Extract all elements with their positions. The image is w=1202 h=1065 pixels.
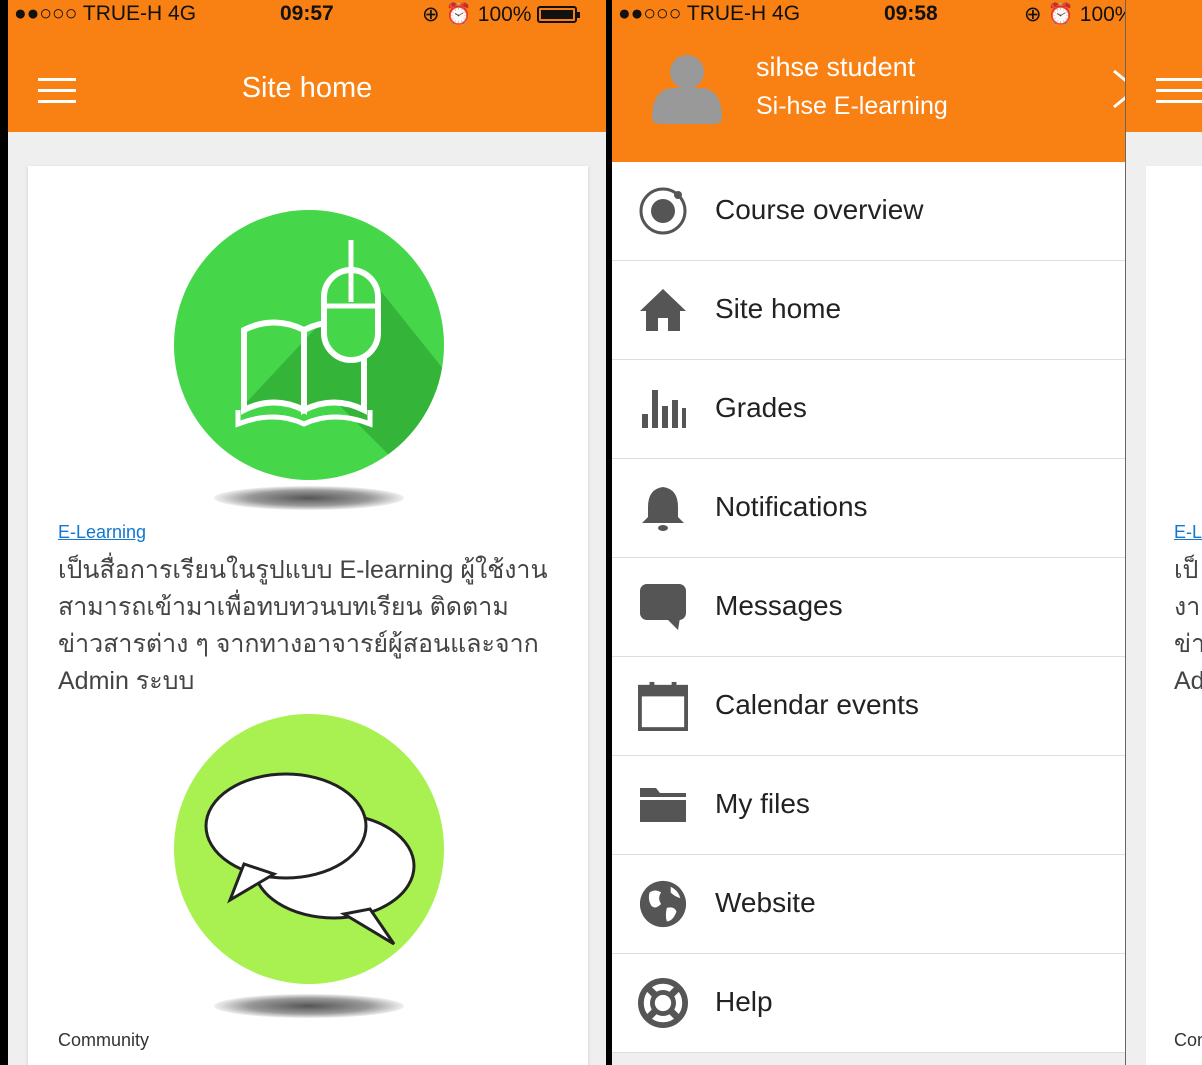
- carrier-signal: ●●○○○ TRUE-H 4G: [618, 2, 801, 25]
- menu-item-my-files[interactable]: My files: [612, 756, 1202, 855]
- menu-item-label: Course overview: [715, 194, 924, 225]
- site-name: Si-hse E-learning: [756, 92, 948, 120]
- avatar: [652, 55, 722, 124]
- status-bar: ●●○○○ TRUE-H 4G 09:58 ⊕ ⏰ 100%: [612, 0, 1202, 28]
- alarm-icon: ⏰: [1047, 2, 1074, 26]
- menu-item-grades[interactable]: Grades: [612, 360, 1202, 459]
- image-shadow: [214, 486, 404, 510]
- menu-item-label: Messages: [715, 590, 843, 621]
- menu-user-header[interactable]: sihse student Si-hse E-learning: [612, 28, 1202, 162]
- alarm-icon: ⏰: [445, 2, 472, 26]
- menu-item-notifications[interactable]: Notifications: [612, 459, 1202, 558]
- menu-toggle-button[interactable]: [1156, 78, 1202, 104]
- battery-percent: 100%: [477, 2, 532, 26]
- rotation-lock-icon: ⊕: [1024, 3, 1042, 26]
- book-mouse-icon: [235, 240, 444, 480]
- status-bar: [1126, 0, 1202, 28]
- menu-item-site-home[interactable]: Site home: [612, 261, 1202, 360]
- menu-item-label: Help: [715, 986, 773, 1017]
- clock: 09:58: [884, 2, 938, 25]
- site-home-partial: E-L เป็ งา ข่า Ad Con: [1126, 0, 1202, 1065]
- site-home-screen: ●●○○○ TRUE-H 4G 09:57 ⊕ ⏰ 100% Site home: [8, 0, 606, 1065]
- course-overview-icon: [638, 186, 688, 236]
- image-shadow: [214, 994, 404, 1018]
- menu-item-label: Grades: [715, 392, 807, 423]
- menu-item-label: Calendar events: [715, 689, 919, 720]
- menu-item-calendar-events[interactable]: Calendar events: [612, 657, 1202, 756]
- bell-icon: [638, 483, 688, 533]
- calendar-icon: [638, 681, 688, 731]
- elearning-link[interactable]: E-L: [1174, 522, 1202, 543]
- rotation-lock-icon: ⊕: [422, 3, 440, 26]
- elearning-description: เป็ งา ข่า Ad: [1174, 556, 1202, 695]
- lifebuoy-icon: [638, 978, 688, 1028]
- community-title: Community: [58, 1030, 150, 1050]
- main-menu: Course overview Site home Grades Notific…: [612, 162, 1202, 1053]
- status-right: ⊕ ⏰ 100%: [422, 2, 581, 27]
- elearning-image[interactable]: [174, 210, 444, 480]
- app-bar: Site home: [8, 28, 606, 132]
- menu-item-label: Notifications: [715, 491, 868, 522]
- message-icon: [638, 582, 688, 632]
- elearning-description: เป็นสื่อการเรียนในรูปแบบ E-learning ผู้ใ…: [58, 556, 548, 695]
- menu-item-label: My files: [715, 788, 810, 819]
- menu-item-messages[interactable]: Messages 1: [612, 558, 1202, 657]
- menu-item-website[interactable]: Website: [612, 855, 1202, 954]
- user-name: sihse student: [756, 52, 916, 82]
- site-home-card: E-Learning เป็นสื่อการเรียนในรูปแบบ E-le…: [28, 166, 588, 1065]
- menu-item-label: Website: [715, 887, 816, 918]
- folder-icon: [638, 780, 688, 830]
- clock: 09:57: [280, 2, 334, 25]
- community-image[interactable]: [174, 714, 444, 984]
- elearning-link[interactable]: E-Learning: [58, 522, 146, 543]
- globe-icon: [638, 879, 688, 929]
- status-bar: ●●○○○ TRUE-H 4G 09:57 ⊕ ⏰ 100%: [8, 0, 606, 28]
- side-menu-screen: ●●○○○ TRUE-H 4G 09:58 ⊕ ⏰ 100% sihse stu…: [612, 0, 1202, 1065]
- menu-item-label: Site home: [715, 293, 842, 324]
- screenshot-divider: [610, 0, 611, 1065]
- page-title: Site home: [241, 72, 373, 104]
- carrier-signal: ●●○○○ TRUE-H 4G: [14, 2, 197, 25]
- chat-bubbles-icon: [204, 772, 416, 946]
- menu-item-course-overview[interactable]: Course overview: [612, 162, 1202, 261]
- menu-item-help[interactable]: Help: [612, 954, 1202, 1053]
- home-icon: [638, 285, 688, 335]
- site-home-card: E-L เป็ งา ข่า Ad Con: [1146, 166, 1202, 1065]
- community-title: Con: [1174, 1030, 1202, 1050]
- app-bar: [1126, 28, 1202, 132]
- battery-icon: [537, 6, 581, 23]
- screenshot-divider: [607, 0, 608, 1065]
- grades-icon: [638, 384, 688, 434]
